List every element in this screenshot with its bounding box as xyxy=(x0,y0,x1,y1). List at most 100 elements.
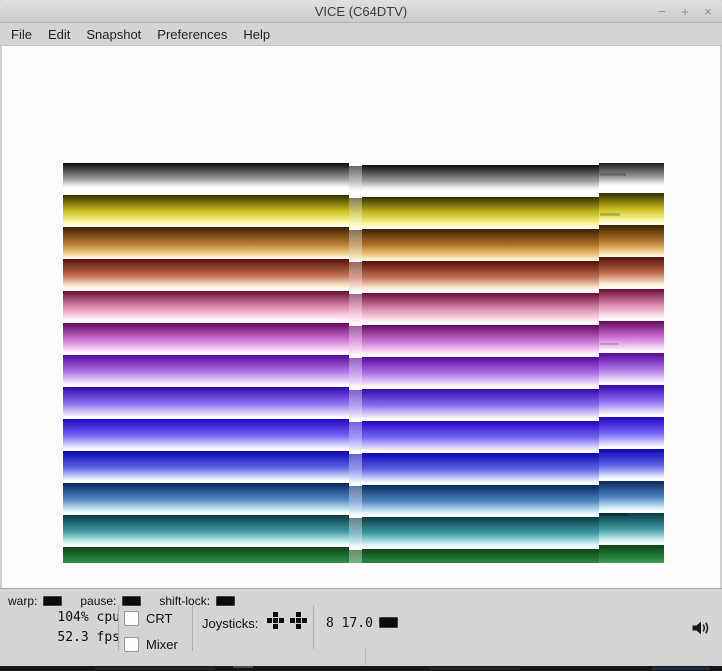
color-band-green xyxy=(362,549,599,563)
color-band-teal xyxy=(362,517,599,549)
color-band-purple xyxy=(599,353,664,385)
pattern-section-glitch-column xyxy=(349,163,362,563)
color-band-gray xyxy=(349,166,362,198)
pattern-section-right xyxy=(599,163,664,563)
color-test-pattern xyxy=(63,163,664,563)
color-band-gray xyxy=(599,163,664,193)
color-band-orange xyxy=(599,225,664,257)
color-band-indigo xyxy=(63,419,349,451)
volume-icon[interactable] xyxy=(691,620,711,636)
crt-checkbox-label[interactable]: CRT xyxy=(146,611,172,626)
color-band-purple xyxy=(349,358,362,390)
minimize-icon[interactable]: − xyxy=(656,0,668,23)
indicator-label: pause: xyxy=(80,594,116,608)
menu-item-file[interactable]: File xyxy=(3,24,40,45)
color-band-azure xyxy=(362,485,599,517)
color-band-pink xyxy=(362,293,599,325)
color-band-azure xyxy=(599,481,664,513)
background-window-fragment xyxy=(430,667,520,670)
color-band-pink xyxy=(599,289,664,321)
color-band-red xyxy=(599,257,664,289)
color-band-indigo xyxy=(349,422,362,454)
title-bar[interactable]: VICE (C64DTV) − + × xyxy=(0,0,722,23)
color-band-magenta xyxy=(362,325,599,357)
color-band-yellow xyxy=(349,198,362,230)
glitch-artifact xyxy=(600,173,626,176)
color-band-purple xyxy=(362,357,599,389)
pattern-section-middle xyxy=(362,163,599,563)
color-band-pink xyxy=(349,294,362,326)
color-band-violet xyxy=(362,389,599,421)
color-band-blue xyxy=(362,453,599,485)
background-window-fragment xyxy=(233,666,253,668)
separator xyxy=(313,605,314,649)
color-band-green xyxy=(349,550,362,563)
color-band-red xyxy=(63,259,349,291)
emulator-screen[interactable] xyxy=(0,46,722,588)
joystick-dpad-icon xyxy=(267,612,284,629)
cpu-percentage: 104% cpu xyxy=(4,608,120,628)
color-band-green xyxy=(599,545,664,563)
crt-checkbox[interactable] xyxy=(124,611,139,626)
menu-item-snapshot[interactable]: Snapshot xyxy=(78,24,149,45)
joysticks-label: Joysticks: xyxy=(202,616,258,631)
indicator-pause: pause: xyxy=(80,594,141,608)
color-band-yellow xyxy=(599,193,664,225)
color-band-gray xyxy=(63,163,349,195)
color-band-blue xyxy=(599,449,664,481)
color-band-orange xyxy=(362,229,599,261)
color-band-teal xyxy=(63,515,349,547)
color-band-teal xyxy=(349,518,362,550)
separator xyxy=(118,605,119,651)
menu-item-help[interactable]: Help xyxy=(235,24,278,45)
color-band-violet xyxy=(349,390,362,422)
color-band-magenta xyxy=(599,321,664,353)
color-band-red xyxy=(349,262,362,294)
vice-window: { "window": { "title": "VICE (C64DTV)", … xyxy=(0,0,722,671)
menu-item-edit[interactable]: Edit xyxy=(40,24,78,45)
color-band-purple xyxy=(63,355,349,387)
separator xyxy=(192,605,193,651)
mixer-checkbox-label[interactable]: Mixer xyxy=(146,637,178,652)
color-band-pink xyxy=(63,291,349,323)
menu-bar: FileEditSnapshotPreferencesHelp xyxy=(0,23,722,46)
window-controls: − + × xyxy=(656,0,714,23)
color-band-green xyxy=(63,547,349,563)
status-bar: warp: pause: shift-lock: 104% cpu 52.3 fps… xyxy=(0,588,722,666)
color-band-azure xyxy=(63,483,349,515)
background-window-fragment xyxy=(652,667,710,670)
color-band-indigo xyxy=(362,421,599,453)
joystick-led xyxy=(379,617,398,628)
color-band-gray xyxy=(362,165,599,197)
joystick-status-value: 8 17.0 xyxy=(326,616,373,631)
shift-lock-led[interactable] xyxy=(216,596,235,606)
menu-item-preferences[interactable]: Preferences xyxy=(149,24,235,45)
color-band-yellow xyxy=(63,195,349,227)
separator xyxy=(365,648,366,665)
fps-counter: 52.3 fps xyxy=(4,628,120,648)
pause-led[interactable] xyxy=(122,596,141,606)
close-icon[interactable]: × xyxy=(702,0,714,23)
color-band-magenta xyxy=(349,326,362,358)
indicator-label: warp: xyxy=(8,594,37,608)
indicator-label: shift-lock: xyxy=(159,594,210,608)
color-band-red xyxy=(362,261,599,293)
color-band-teal xyxy=(599,513,664,545)
mixer-checkbox[interactable] xyxy=(124,637,139,652)
color-band-azure xyxy=(349,486,362,518)
color-band-violet xyxy=(63,387,349,419)
indicator-warp: warp: xyxy=(8,594,62,608)
color-band-orange xyxy=(63,227,349,259)
color-band-blue xyxy=(63,451,349,483)
color-band-indigo xyxy=(599,417,664,449)
pattern-section-left xyxy=(63,163,349,563)
maximize-icon[interactable]: + xyxy=(679,0,691,23)
glitch-artifact xyxy=(600,213,620,216)
warp-led[interactable] xyxy=(43,596,62,606)
color-band-yellow xyxy=(362,197,599,229)
indicator-row: warp: pause: shift-lock: xyxy=(8,594,235,608)
color-band-violet xyxy=(599,385,664,417)
joystick-dpad-icon xyxy=(290,612,307,629)
color-band-magenta xyxy=(63,323,349,355)
color-band-orange xyxy=(349,230,362,262)
